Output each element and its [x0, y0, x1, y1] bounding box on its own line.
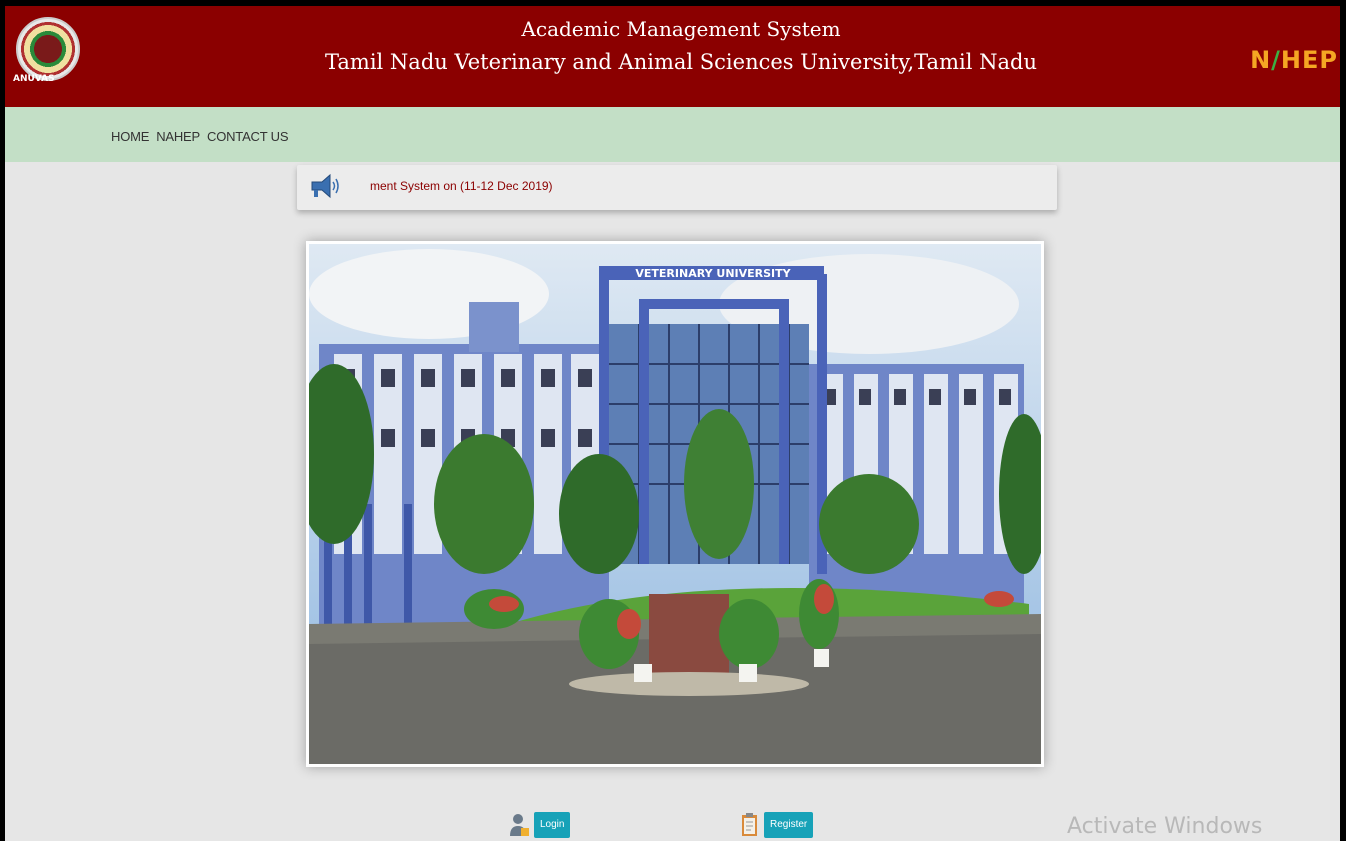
announcement-text[interactable]: ment System on (11-12 Dec 2019)	[370, 179, 553, 193]
user-lock-icon	[510, 814, 529, 836]
nahep-logo-n: N	[1250, 46, 1272, 74]
nahep-logo: N/HEP	[1250, 46, 1338, 74]
register-group: Register	[740, 812, 814, 838]
banner-sign-text: VETERINARY UNIVERSITY	[635, 267, 791, 280]
nahep-logo-hep: HEP	[1280, 46, 1338, 74]
nav-bar: HOME NAHEP CONTACT US	[5, 107, 1340, 162]
university-name: Tamil Nadu Veterinary and Animal Science…	[325, 50, 1037, 74]
megaphone-icon	[311, 173, 339, 199]
nav-contact-us[interactable]: CONTACT US	[207, 129, 289, 144]
nav-home[interactable]: HOME	[111, 129, 149, 144]
campus-banner-image: VETERINARY UNIVERSITY	[306, 241, 1044, 767]
university-logo-text: ANUVAS	[13, 74, 55, 84]
register-button[interactable]: Register	[764, 812, 814, 838]
login-group: Login	[510, 812, 571, 838]
nahep-logo-leaf-icon: /	[1271, 46, 1281, 74]
app-title: Academic Management System	[521, 17, 841, 41]
login-button[interactable]: Login	[534, 812, 571, 838]
header: ANUVAS Academic Management System Tamil …	[5, 6, 1340, 107]
nav-nahep[interactable]: NAHEP	[156, 129, 200, 144]
nav-links: HOME NAHEP CONTACT US	[111, 129, 289, 144]
activate-windows-watermark: Activate Windows	[1067, 814, 1263, 839]
announcement-bar: ment System on (11-12 Dec 2019)	[297, 165, 1057, 210]
clipboard-edit-icon	[742, 813, 757, 836]
page-frame: ANUVAS Academic Management System Tamil …	[5, 6, 1340, 841]
